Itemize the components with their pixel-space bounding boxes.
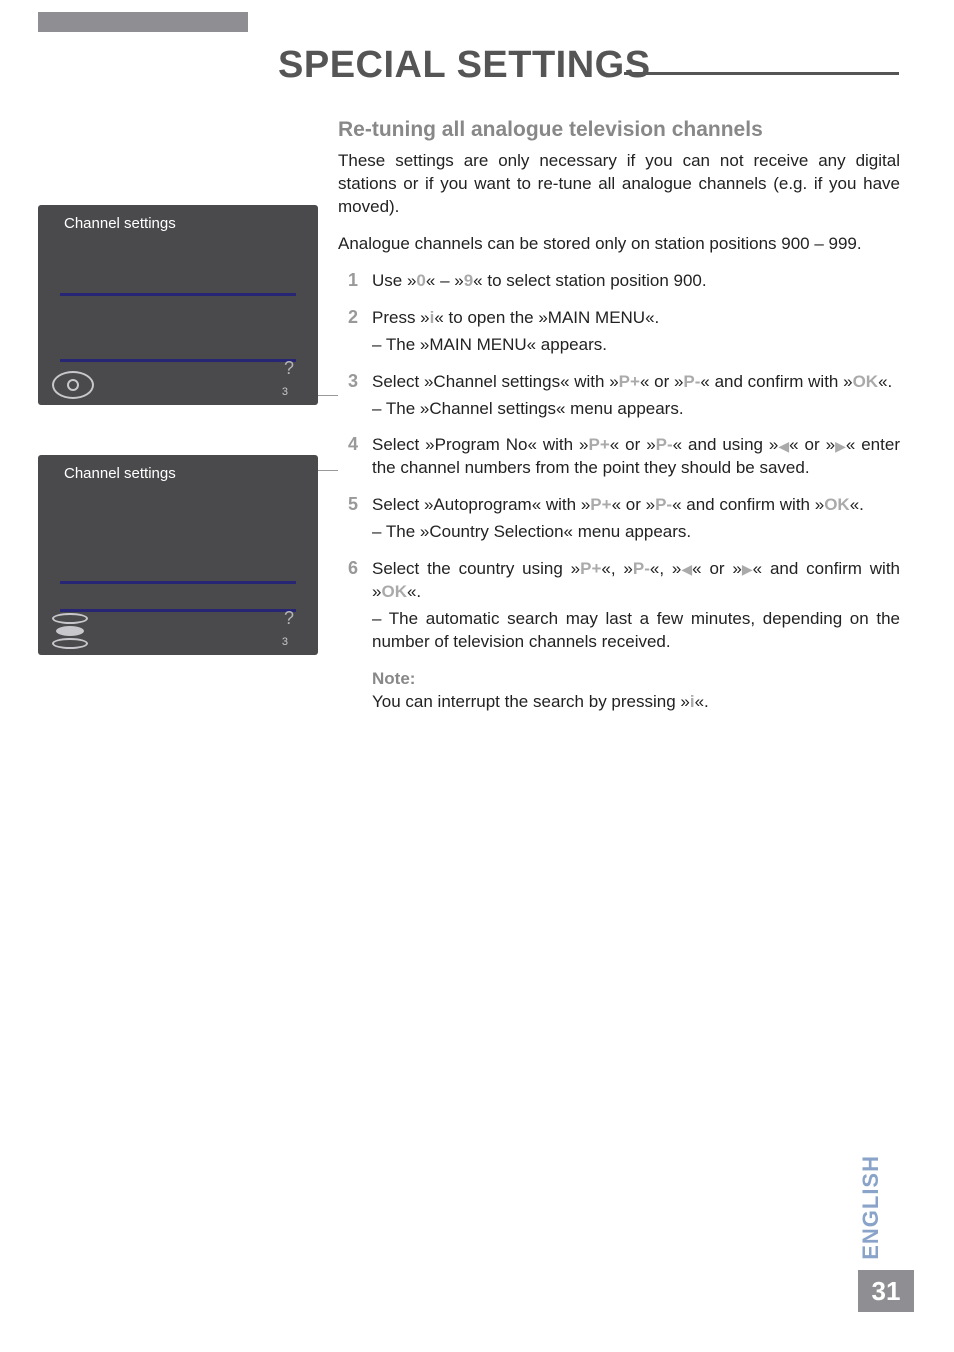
step-1: 1 Use »0« – »9« to select station positi… bbox=[338, 270, 900, 293]
language-label: ENGLISH bbox=[858, 1155, 884, 1260]
nav-ring-icon bbox=[52, 371, 94, 399]
title-underline bbox=[624, 72, 899, 75]
help-icon: ? bbox=[284, 358, 294, 379]
right-arrow-icon: ▶ bbox=[742, 560, 753, 579]
left-arrow-icon: ◀ bbox=[778, 437, 789, 456]
header-bar bbox=[38, 12, 248, 32]
step-number: 3 bbox=[338, 371, 358, 392]
panel-divider bbox=[60, 359, 296, 362]
step-text: Press »i« to open the »MAIN MENU«. – The… bbox=[372, 307, 900, 357]
step-number: 2 bbox=[338, 307, 358, 328]
intro-paragraph-2: Analogue channels can be stored only on … bbox=[338, 233, 900, 256]
button-9: 9 bbox=[464, 271, 473, 290]
page-footer: ENGLISH 31 bbox=[858, 1155, 914, 1312]
button-ok: OK bbox=[381, 582, 407, 601]
button-p-plus: P+ bbox=[590, 495, 611, 514]
step-2: 2 Press »i« to open the »MAIN MENU«. – T… bbox=[338, 307, 900, 357]
panel-page-number: 3 bbox=[282, 636, 288, 648]
step-sub: – The »MAIN MENU« appears. bbox=[372, 334, 900, 357]
right-arrow-icon: ▶ bbox=[835, 437, 846, 456]
section-heading: Re-tuning all analogue television channe… bbox=[338, 118, 900, 142]
note-block: Note: You can interrupt the search by pr… bbox=[338, 668, 900, 714]
channel-settings-panel-2: Channel settings ? 3 bbox=[38, 455, 318, 655]
step-sub: – The automatic search may last a few mi… bbox=[372, 608, 900, 654]
button-p-minus: P- bbox=[656, 435, 673, 454]
connector-line bbox=[318, 395, 338, 396]
intro-paragraph-1: These settings are only necessary if you… bbox=[338, 150, 900, 219]
page-number: 31 bbox=[858, 1270, 914, 1312]
button-0: 0 bbox=[416, 271, 425, 290]
step-number: 4 bbox=[338, 434, 358, 455]
step-number: 1 bbox=[338, 270, 358, 291]
panel-divider bbox=[60, 609, 296, 612]
panel-divider bbox=[60, 293, 296, 296]
button-p-minus: P- bbox=[655, 495, 672, 514]
step-text: Select »Channel settings« with »P+« or »… bbox=[372, 371, 900, 421]
button-p-minus: P- bbox=[633, 559, 650, 578]
step-sub: – The »Channel settings« menu appears. bbox=[372, 398, 900, 421]
step-sub: – The »Country Selection« menu appears. bbox=[372, 521, 900, 544]
panel-page-number: 3 bbox=[282, 386, 288, 398]
note-text: You can interrupt the search by pressing… bbox=[372, 692, 690, 711]
panel-title: Channel settings bbox=[38, 205, 318, 236]
panel-title: Channel settings bbox=[38, 455, 318, 486]
step-3: 3 Select »Channel settings« with »P+« or… bbox=[338, 371, 900, 421]
text: 900 – 999. bbox=[781, 234, 861, 253]
step-4: 4 Select »Program No« with »P+« or »P-« … bbox=[338, 434, 900, 480]
main-content: Re-tuning all analogue television channe… bbox=[338, 118, 900, 728]
channel-settings-panel-1: Channel settings ? 3 bbox=[38, 205, 318, 405]
step-text: Use »0« – »9« to select station position… bbox=[372, 270, 900, 293]
left-arrow-icon: ◀ bbox=[681, 560, 692, 579]
button-ok: OK bbox=[824, 495, 850, 514]
step-number: 6 bbox=[338, 558, 358, 579]
text: Analogue channels can be stored only on … bbox=[338, 234, 781, 253]
step-6: 6 Select the country using »P+«, »P-«, »… bbox=[338, 558, 900, 654]
button-ok: OK bbox=[853, 372, 879, 391]
note-label: Note: bbox=[372, 669, 415, 688]
help-icon: ? bbox=[284, 608, 294, 629]
button-p-plus: P+ bbox=[589, 435, 610, 454]
step-text: Select »Autoprogram« with »P+« or »P-« a… bbox=[372, 494, 900, 544]
steps-list: 1 Use »0« – »9« to select station positi… bbox=[338, 270, 900, 654]
connector-line bbox=[318, 470, 338, 471]
step-text: Select the country using »P+«, »P-«, »◀«… bbox=[372, 558, 900, 654]
step-number: 5 bbox=[338, 494, 358, 515]
button-p-plus: P+ bbox=[580, 559, 601, 578]
step-text: Select »Program No« with »P+« or »P-« an… bbox=[372, 434, 900, 480]
page-title: SPECIAL SETTINGS bbox=[278, 44, 651, 87]
step-5: 5 Select »Autoprogram« with »P+« or »P-«… bbox=[338, 494, 900, 544]
button-p-plus: P+ bbox=[619, 372, 640, 391]
panel-divider bbox=[60, 581, 296, 584]
nav-ring-icon bbox=[52, 613, 88, 649]
button-p-minus: P- bbox=[683, 372, 700, 391]
